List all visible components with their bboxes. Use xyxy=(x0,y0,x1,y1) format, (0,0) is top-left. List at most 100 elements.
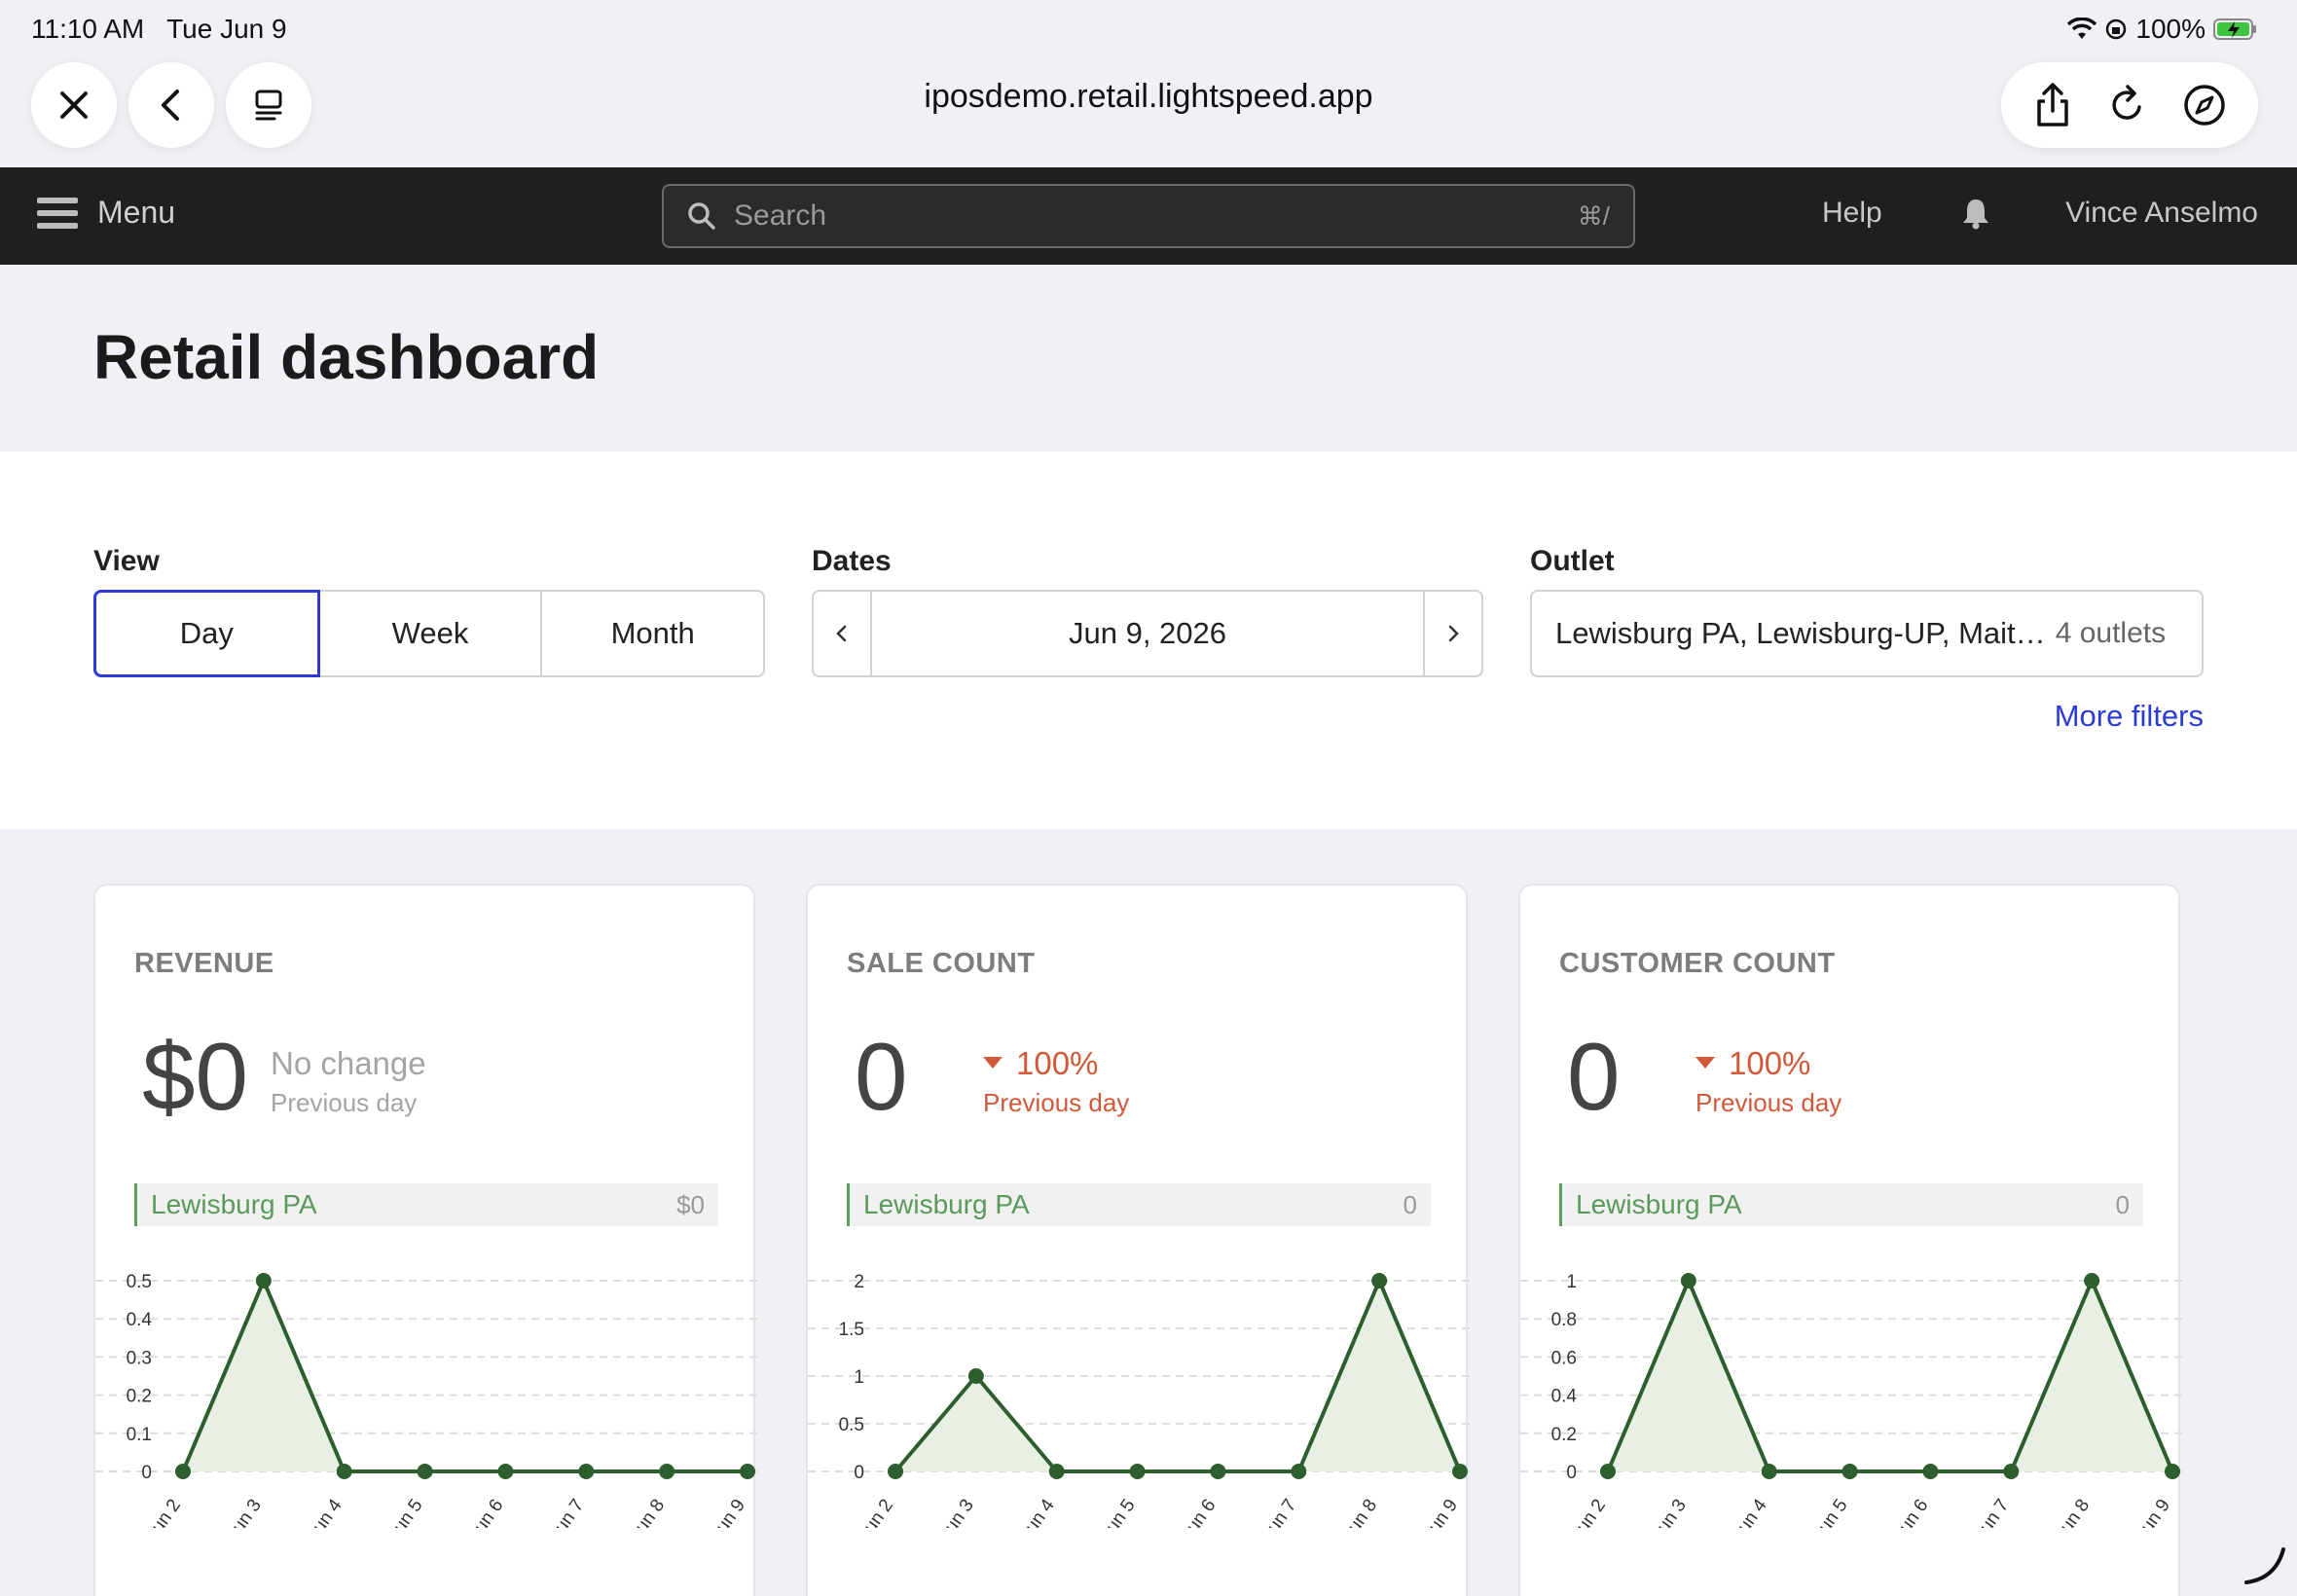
data-point xyxy=(888,1464,903,1479)
outlet-name: Lewisburg PA xyxy=(1576,1189,1742,1219)
url-bar[interactable]: iposdemo.retail.lightspeed.app xyxy=(0,78,2297,116)
card-change: No change xyxy=(271,1045,426,1081)
user-menu[interactable]: Vince Anselmo xyxy=(2065,197,2258,230)
view-day-option[interactable]: Day xyxy=(93,590,320,677)
x-tick-label: Jun 9 xyxy=(2132,1496,2174,1528)
resize-handle-icon xyxy=(2244,1547,2285,1584)
card-value: $0 xyxy=(142,1023,249,1130)
x-tick-label: Jun 8 xyxy=(626,1496,669,1528)
page-title: Retail dashboard xyxy=(93,322,600,392)
data-point xyxy=(659,1464,675,1479)
y-tick-label: 1 xyxy=(854,1367,864,1388)
x-tick-label: Jun 2 xyxy=(142,1496,185,1528)
data-point xyxy=(175,1464,191,1479)
card-change-period: Previous day xyxy=(271,1088,418,1117)
x-tick-label: Jun 5 xyxy=(384,1496,427,1528)
x-tick-label: Jun 7 xyxy=(1258,1496,1301,1528)
search-input[interactable]: Search ⌘/ xyxy=(662,184,1635,248)
data-point xyxy=(2003,1464,2020,1479)
y-tick-label: 0 xyxy=(141,1463,152,1483)
more-filters-link[interactable]: More filters xyxy=(2055,699,2204,734)
dates-label: Dates xyxy=(812,545,892,577)
card-title: REVENUE xyxy=(134,948,274,979)
search-icon xyxy=(688,202,715,230)
series-area xyxy=(183,1281,747,1471)
outlet-amount: 0 xyxy=(2115,1189,2130,1219)
x-tick-label: Jun 5 xyxy=(1097,1496,1140,1528)
data-point xyxy=(1210,1464,1226,1479)
outlet-count: 4 outlets xyxy=(2055,617,2167,649)
data-point xyxy=(1291,1464,1307,1479)
data-point xyxy=(1761,1464,1777,1479)
data-point xyxy=(2084,1273,2100,1288)
outlet-breakdown-row: Lewisburg PA 0 xyxy=(1559,1183,2143,1226)
browser-actions xyxy=(2001,62,2258,148)
x-tick-label: Jun 5 xyxy=(1809,1496,1852,1528)
search-placeholder: Search xyxy=(734,200,827,232)
x-tick-label: Jun 8 xyxy=(2051,1496,2094,1528)
card-change: 100% xyxy=(983,1045,1098,1082)
view-month-option[interactable]: Month xyxy=(542,592,764,675)
x-tick-label: Jun 3 xyxy=(935,1496,978,1528)
x-tick-label: Jun 7 xyxy=(1971,1496,2014,1528)
notifications-button[interactable] xyxy=(1960,197,1991,235)
previous-date-button[interactable] xyxy=(814,592,872,675)
search-shortcut: ⌘/ xyxy=(1577,200,1610,231)
data-point xyxy=(1452,1464,1468,1479)
outlet-amount: $0 xyxy=(676,1189,705,1219)
x-tick-label: Jun 4 xyxy=(1016,1495,1059,1528)
status-bar: 11:10 AM Tue Jun 9 100% xyxy=(0,0,2297,60)
x-tick-label: Jun 7 xyxy=(546,1496,589,1528)
sale-count-chart: 0 0.5 1 1.5 2 Jun 2 Jun 3 Jun 4 Jun 5 Jun 6 Jun 7 J… xyxy=(808,1272,1470,1528)
x-tick-label: Jun 2 xyxy=(855,1496,897,1528)
y-tick-label: 0 xyxy=(854,1463,864,1483)
y-tick-label: 0.5 xyxy=(839,1415,864,1435)
outlet-select[interactable]: Lewisburg PA, Lewisburg-UP, Mait… 4 outl… xyxy=(1530,590,2204,677)
x-tick-label: Jun 4 xyxy=(1729,1495,1771,1528)
menu-button[interactable]: Menu xyxy=(37,195,175,231)
date-value[interactable]: Jun 9, 2026 xyxy=(872,592,1423,675)
view-label: View xyxy=(93,545,160,577)
x-tick-label: Jun 3 xyxy=(1648,1496,1691,1528)
y-tick-label: 1 xyxy=(1566,1272,1577,1292)
y-tick-label: 0.4 xyxy=(127,1310,153,1330)
x-tick-label: Jun 9 xyxy=(707,1496,749,1528)
y-tick-label: 0.6 xyxy=(1551,1348,1577,1368)
card-change-period: Previous day xyxy=(983,1088,1130,1117)
data-point xyxy=(740,1464,755,1479)
view-segmented-control: Day Week Month xyxy=(93,590,765,677)
compass-icon[interactable] xyxy=(2181,82,2228,128)
x-tick-label: Jun 4 xyxy=(304,1495,346,1528)
help-link[interactable]: Help xyxy=(1822,197,1882,230)
share-icon[interactable] xyxy=(2031,82,2074,128)
y-tick-label: 0.4 xyxy=(1551,1387,1578,1407)
orientation-lock-icon xyxy=(2106,18,2127,40)
filter-panel: View Day Week Month Dates Jun 9, 2026 Ou… xyxy=(0,452,2297,829)
x-tick-label: Jun 6 xyxy=(465,1496,508,1528)
reload-icon[interactable] xyxy=(2106,82,2149,128)
outlet-breakdown-row: Lewisburg PA 0 xyxy=(847,1183,1431,1226)
sale-count-card: SALE COUNT 0 100% Previous day Lewisburg… xyxy=(806,884,1470,1596)
hamburger-icon xyxy=(37,197,78,229)
y-tick-label: 0.1 xyxy=(127,1425,152,1445)
data-point xyxy=(967,1368,984,1384)
view-week-option[interactable]: Week xyxy=(319,592,543,675)
data-point xyxy=(1922,1464,1939,1479)
data-point xyxy=(1129,1464,1146,1479)
outlet-breakdown-row: Lewisburg PA $0 xyxy=(134,1183,718,1226)
data-point xyxy=(417,1464,433,1479)
chevron-right-icon xyxy=(1448,625,1459,642)
menu-label: Menu xyxy=(97,195,176,230)
card-change: 100% xyxy=(1695,1045,1810,1082)
card-title: SALE COUNT xyxy=(847,948,1036,979)
bell-icon xyxy=(1963,200,1988,230)
data-point xyxy=(1841,1464,1858,1479)
next-date-button[interactable] xyxy=(1423,592,1481,675)
data-point xyxy=(497,1464,514,1479)
data-point xyxy=(1048,1464,1065,1479)
y-tick-label: 1.5 xyxy=(839,1320,864,1340)
outlet-amount: 0 xyxy=(1403,1189,1417,1219)
y-tick-label: 0.8 xyxy=(1551,1310,1577,1330)
data-point xyxy=(1680,1273,1696,1288)
x-tick-label: Jun 8 xyxy=(1338,1496,1381,1528)
